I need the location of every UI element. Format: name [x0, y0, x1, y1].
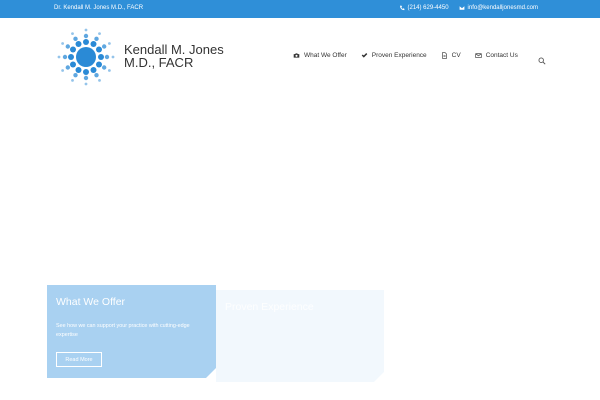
logo-icon[interactable] [52, 27, 120, 87]
logo-graphic [57, 28, 115, 86]
logo-dot [90, 41, 97, 48]
search-icon [538, 57, 546, 65]
logo-dot [90, 66, 97, 73]
phone-icon [399, 5, 404, 11]
logo-dot [98, 78, 101, 82]
logo-dot [71, 32, 74, 36]
nav-label: What We Offer [304, 52, 347, 59]
logo-dot [83, 39, 89, 45]
logo-dot [107, 69, 111, 72]
nav-label: Proven Experience [371, 52, 427, 59]
top-bar: Dr. Kendall M. Jones M.D., FACR (214) 62… [0, 0, 600, 18]
card-corner [206, 368, 216, 378]
logo-dot [57, 55, 61, 59]
logo-dot [98, 54, 104, 60]
logo-dot [95, 61, 102, 68]
logo-dot [62, 54, 68, 60]
read-more-button[interactable]: Read More [56, 352, 102, 367]
logo-dot [111, 55, 115, 59]
document-icon [441, 52, 447, 59]
logo-dot [98, 32, 101, 36]
logo-dot [94, 36, 99, 42]
logo-text[interactable]: Kendall M. Jones M.D., FACR [124, 43, 224, 69]
logo-dot [84, 82, 88, 86]
nav-item-proven-experience[interactable]: Proven Experience [361, 52, 427, 59]
camera-icon [293, 53, 300, 58]
logo-dot [104, 54, 110, 60]
logo-dot [83, 75, 89, 81]
logo-dot [61, 69, 65, 72]
check-icon [361, 53, 368, 58]
logo-dot [70, 46, 77, 53]
nav-label: CV [451, 52, 461, 59]
feature-card-what-we-offer[interactable]: What We Offer See how we can support you… [47, 285, 216, 378]
logo-dot [70, 61, 77, 68]
email-address: info@kendalljonesmd.com [467, 5, 538, 11]
logo-dot [61, 42, 65, 45]
card-description: See how we can support your practice wit… [56, 323, 190, 338]
nav-label: Contact Us [485, 52, 518, 59]
card-title: What We Offer [56, 296, 126, 308]
logo-dot [73, 36, 78, 42]
logo-dot [101, 65, 107, 70]
logo-dot [84, 28, 88, 32]
search-button[interactable] [538, 52, 546, 65]
logo-dot [65, 65, 71, 70]
logo-dot [94, 72, 99, 78]
card-corner [374, 372, 384, 382]
logo-dot [71, 78, 74, 82]
site-name: Dr. Kendall M. Jones M.D., FACR [54, 5, 144, 11]
logo-dot [83, 33, 89, 39]
nav-item-cv[interactable]: CV [441, 52, 461, 59]
logo-dot [83, 69, 89, 75]
logo-dot [73, 72, 78, 78]
phone-number: (214) 629-4450 [407, 5, 449, 11]
logo-dot [95, 46, 102, 53]
logo-center-dot [76, 47, 96, 67]
email-link[interactable]: info@kendalljonesmd.com [459, 5, 538, 11]
contact-info: (214) 629-4450 info@kendalljonesmd.com [399, 5, 538, 11]
logo-dot [101, 44, 107, 49]
nav-item-what-we-offer[interactable]: What We Offer [293, 52, 347, 59]
main-nav: What We Offer Proven Experience CV Conta… [293, 52, 518, 59]
logo-credentials: M.D., FACR [124, 55, 194, 70]
logo-dot [68, 54, 74, 60]
card-title: Proven Experience [225, 301, 314, 313]
envelope-icon [459, 6, 464, 10]
feature-card-proven-experience[interactable]: Proven Experience [216, 290, 384, 382]
phone-link[interactable]: (214) 629-4450 [399, 5, 449, 11]
nav-item-contact-us[interactable]: Contact Us [475, 52, 518, 59]
logo-dot [107, 42, 111, 45]
logo-dot [75, 66, 82, 73]
logo-dot [75, 41, 82, 48]
logo-dot [65, 44, 71, 49]
envelope-icon [475, 53, 482, 58]
